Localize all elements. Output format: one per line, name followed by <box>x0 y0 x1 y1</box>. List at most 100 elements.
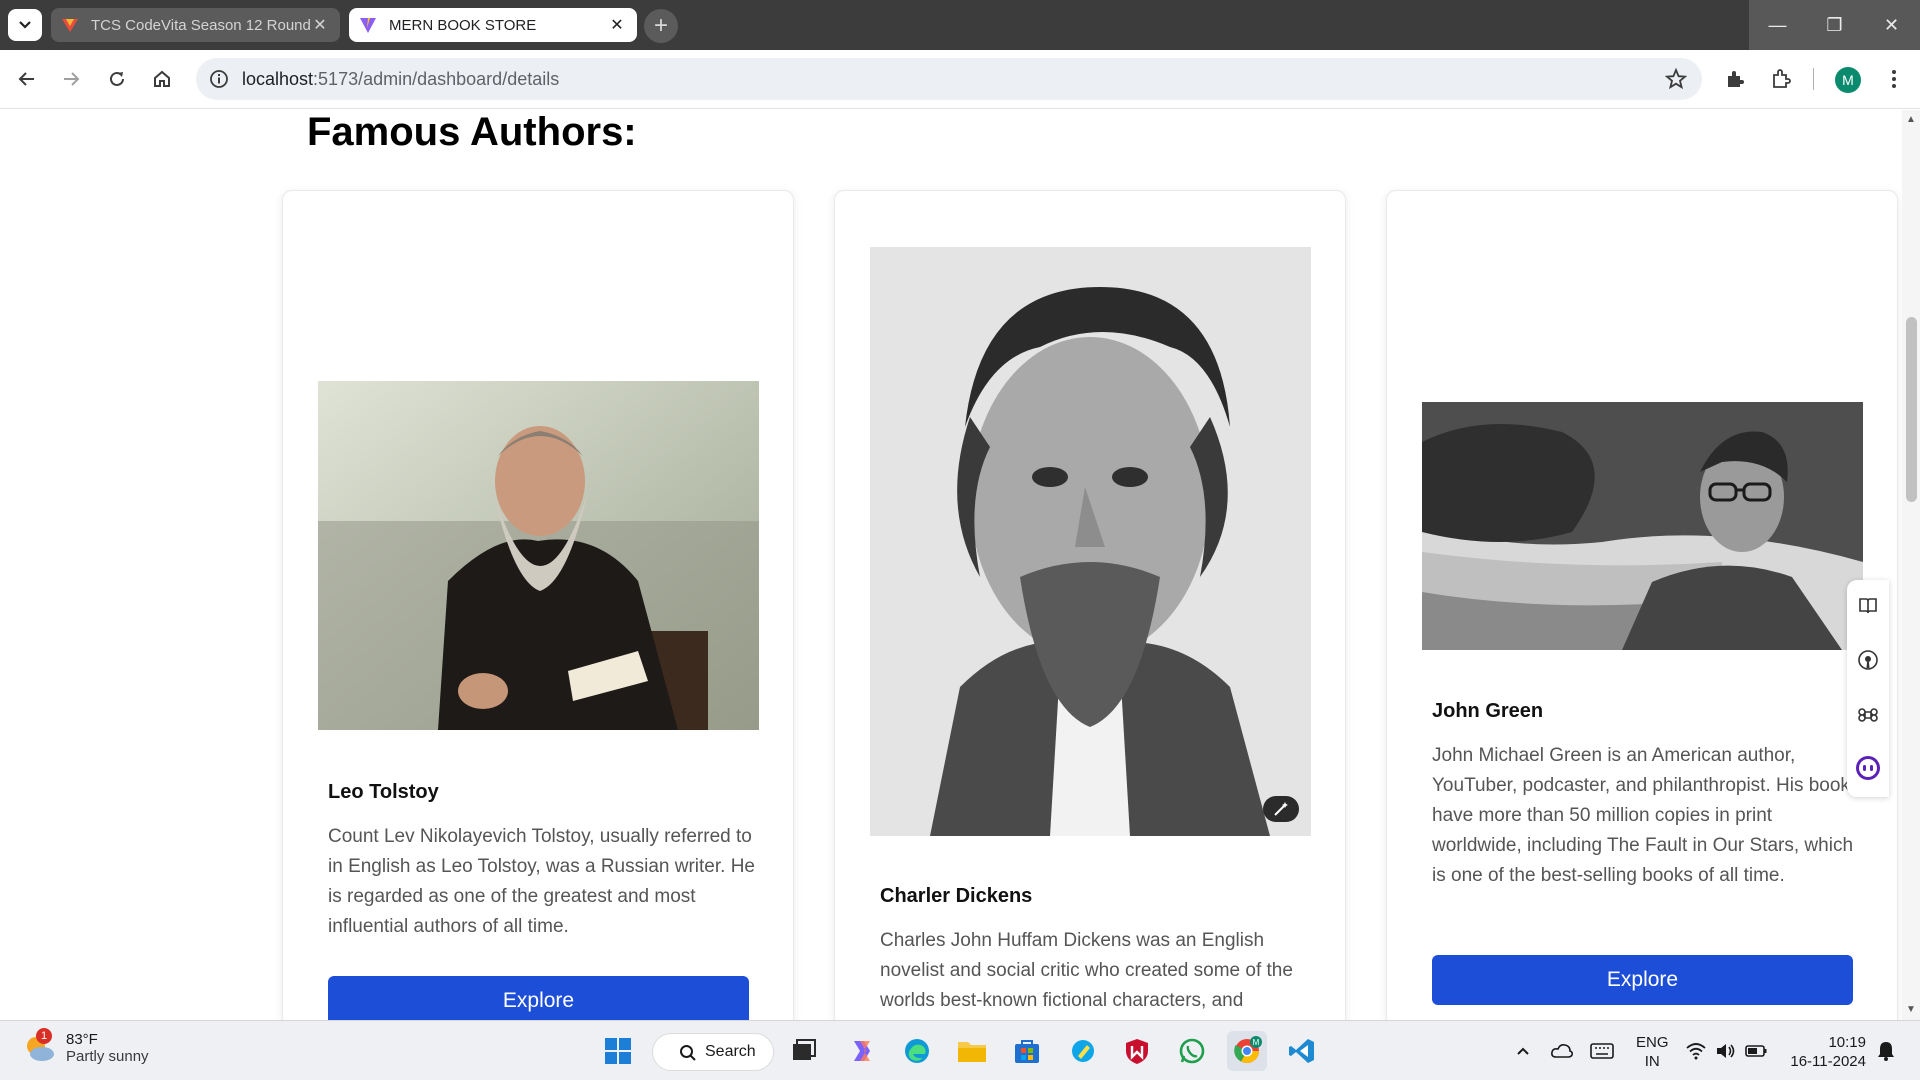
address-bar[interactable]: localhost:5173/admin/dashboard/details <box>196 58 1702 100</box>
whatsapp-app[interactable] <box>1172 1031 1212 1071</box>
search-icon <box>680 1045 696 1061</box>
apps-button[interactable] <box>1854 701 1882 729</box>
copilot-icon <box>1856 756 1880 780</box>
site-info-button[interactable] <box>204 64 234 94</box>
system-clock[interactable]: 10:19 16-11-2024 <box>1786 1033 1866 1071</box>
chrome-app[interactable]: M <box>1227 1031 1267 1071</box>
author-bio: Count Lev Nikolayevich Tolstoy, usually … <box>328 826 755 937</box>
author-photo <box>318 381 759 730</box>
shield-icon <box>1126 1039 1148 1064</box>
puzzle-icon <box>1728 71 1744 87</box>
cloud-icon <box>1551 1044 1574 1058</box>
bookmark-button[interactable] <box>1662 65 1690 93</box>
book-icon <box>1859 598 1877 614</box>
page-heading: Famous Authors: <box>307 110 637 154</box>
mcafee-app[interactable] <box>1117 1031 1157 1071</box>
tab-mern-book-store[interactable]: MERN BOOK STORE ✕ <box>349 8 637 42</box>
profile-avatar[interactable]: M <box>1835 67 1861 93</box>
copilot-app[interactable] <box>842 1031 882 1071</box>
onedrive-tray[interactable] <box>1542 1031 1582 1071</box>
forward-button[interactable] <box>56 64 86 94</box>
magic-wand-icon <box>1274 802 1288 816</box>
start-button[interactable] <box>598 1031 638 1071</box>
side-panel-toolbar <box>1847 580 1889 797</box>
reading-mode-button[interactable] <box>1854 592 1882 620</box>
plus-icon: + <box>653 12 668 39</box>
page-scrollbar[interactable]: ▲ ▼ <box>1902 110 1920 1020</box>
file-explorer-app[interactable] <box>952 1031 992 1071</box>
info-icon <box>210 70 228 88</box>
tab-title: TCS CodeVita Season 12 Round <box>91 16 310 34</box>
url-host: localhost <box>242 69 314 89</box>
language-secondary: IN <box>1644 1053 1660 1070</box>
explore-button[interactable]: Explore <box>1432 955 1853 1005</box>
author-name: John Green <box>1432 700 1544 722</box>
tab-search-button[interactable] <box>8 9 42 41</box>
back-button[interactable] <box>12 64 42 94</box>
task-view-button[interactable] <box>784 1031 824 1071</box>
language-indicator[interactable]: ENG IN <box>1636 1033 1669 1071</box>
show-hidden-icons[interactable] <box>1503 1031 1543 1071</box>
bell-icon <box>1878 1042 1894 1061</box>
scroll-thumb[interactable] <box>1906 317 1917 502</box>
whatsapp-icon <box>1179 1038 1205 1064</box>
author-bio: John Michael Green is an American author… <box>1432 745 1860 886</box>
url-text[interactable]: localhost:5173/admin/dashboard/details <box>242 69 559 90</box>
browser-menu-button[interactable] <box>1879 64 1909 94</box>
screen: TCS CodeVita Season 12 Round ✕ MERN BOOK… <box>0 0 1920 1080</box>
taskbar-search[interactable]: Search <box>652 1033 774 1071</box>
store-app[interactable] <box>1007 1031 1047 1071</box>
weather-badge: 1 <box>36 1028 52 1044</box>
home-icon <box>154 70 170 87</box>
author-photo <box>870 247 1311 836</box>
weather-temperature: 83°F <box>66 1031 98 1048</box>
vite-favicon-icon <box>360 18 376 33</box>
windows-taskbar: 1 83°F Partly sunny Search M ENG IN 10:1… <box>0 1020 1920 1080</box>
close-icon: ✕ <box>1883 14 1900 35</box>
weather-icon: 1 <box>22 1028 58 1066</box>
weather-condition: Partly sunny <box>66 1048 149 1065</box>
minimize-icon: — <box>1768 14 1787 35</box>
explore-button[interactable]: Explore <box>328 976 749 1020</box>
battery-tray[interactable] <box>1736 1031 1776 1071</box>
scroll-down-arrow[interactable]: ▼ <box>1906 1004 1916 1015</box>
scroll-up-arrow[interactable]: ▲ <box>1906 114 1916 125</box>
podcast-button[interactable] <box>1854 646 1882 674</box>
store-icon <box>1015 1040 1039 1063</box>
battery-icon <box>1745 1045 1767 1057</box>
volume-icon <box>1717 1044 1735 1058</box>
tab-title: MERN BOOK STORE <box>389 16 537 34</box>
chevron-up-icon <box>1517 1047 1529 1055</box>
restore-icon: ❐ <box>1826 14 1843 35</box>
close-window-button[interactable]: ✕ <box>1863 0 1920 50</box>
author-photo <box>1422 402 1863 650</box>
tab-codevita[interactable]: TCS CodeVita Season 12 Round ✕ <box>51 8 340 42</box>
forward-icon <box>64 72 80 86</box>
copilot-app-icon <box>854 1041 870 1061</box>
close-icon[interactable]: ✕ <box>310 15 330 35</box>
wifi-icon <box>1686 1043 1706 1060</box>
home-button[interactable] <box>147 64 177 94</box>
minimize-button[interactable]: — <box>1749 0 1806 50</box>
extension-button[interactable] <box>1720 64 1750 94</box>
command-icon <box>1858 708 1878 722</box>
search-label: Search <box>705 1043 756 1060</box>
edge-app[interactable] <box>897 1031 937 1071</box>
extensions-button[interactable] <box>1766 64 1796 94</box>
edge-icon <box>905 1039 929 1063</box>
keyboard-tray[interactable] <box>1582 1031 1622 1071</box>
close-icon[interactable]: ✕ <box>607 15 627 35</box>
notifications-button[interactable] <box>1866 1031 1906 1071</box>
magic-edit-button[interactable] <box>1263 796 1299 822</box>
vscode-app[interactable] <box>1282 1031 1322 1071</box>
podcast-icon <box>1858 650 1878 670</box>
new-tab-button[interactable]: + <box>644 9 678 43</box>
weather-widget[interactable]: 1 83°F Partly sunny <box>22 1028 149 1066</box>
star-icon <box>1665 68 1687 90</box>
notes-app[interactable] <box>1063 1031 1103 1071</box>
chevron-down-icon <box>19 21 31 29</box>
language-primary: ENG <box>1636 1034 1669 1051</box>
restore-button[interactable]: ❐ <box>1806 0 1863 50</box>
reload-button[interactable] <box>102 64 132 94</box>
copilot-button[interactable] <box>1854 754 1882 782</box>
